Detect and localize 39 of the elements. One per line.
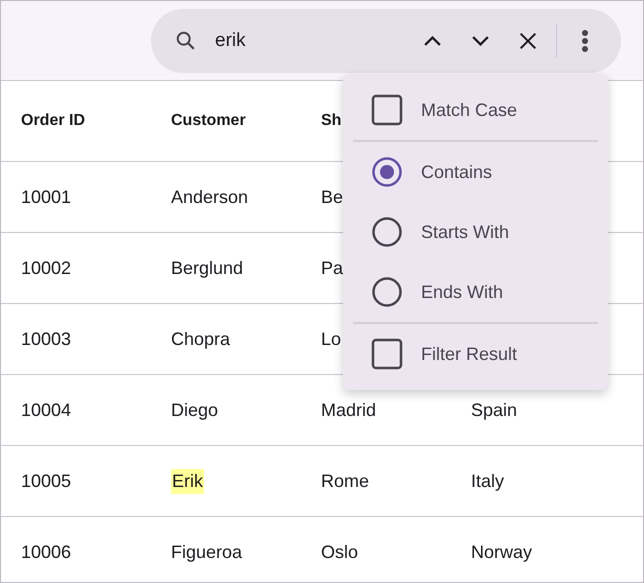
radio-button[interactable] bbox=[371, 216, 403, 248]
table-cell: Rome bbox=[321, 470, 370, 492]
table-cell: 10004 bbox=[21, 400, 72, 420]
menu-item-label[interactable]: Ends With bbox=[421, 282, 504, 302]
table-cell: Oslo bbox=[321, 542, 358, 562]
table-cell: Spain bbox=[471, 400, 518, 420]
more-icon bbox=[581, 28, 589, 52]
menu-item-label[interactable]: Filter Result bbox=[421, 344, 518, 364]
table-cell: Be bbox=[321, 186, 344, 208]
table-cell: Diego bbox=[171, 400, 218, 420]
table-cell: 10006 bbox=[21, 542, 72, 562]
table-cell: Chopra bbox=[171, 328, 230, 350]
table-cell: Berglund bbox=[171, 258, 244, 278]
column-header: Sh bbox=[321, 112, 342, 130]
table-cell: Lo bbox=[321, 328, 342, 350]
table-cell: Madrid bbox=[321, 400, 376, 420]
table-cell: Pa bbox=[321, 258, 344, 278]
table-cell: 10001 bbox=[21, 186, 72, 208]
column-header: Customer bbox=[171, 112, 246, 130]
table-cell: Norway bbox=[471, 542, 532, 562]
menu-item-label[interactable]: Contains bbox=[421, 162, 492, 182]
chevron-down-icon bbox=[472, 36, 488, 46]
table-cell: Italy bbox=[471, 470, 504, 492]
highlighted-match: Erik bbox=[171, 468, 204, 494]
chevron-up-icon bbox=[424, 36, 440, 46]
search-field[interactable]: erik bbox=[213, 28, 404, 52]
checkbox[interactable] bbox=[371, 94, 403, 126]
table-cell: Anderson bbox=[171, 186, 248, 208]
table-cell: Figueroa bbox=[171, 542, 242, 562]
menu-item-label[interactable]: Match Case bbox=[421, 100, 518, 120]
radio-button[interactable] bbox=[371, 156, 403, 188]
table-cell: 10005 bbox=[21, 470, 72, 492]
table-cell: 10003 bbox=[21, 328, 72, 350]
menu-item-label[interactable]: Starts With bbox=[421, 222, 510, 242]
radio-button[interactable] bbox=[371, 276, 403, 308]
search-icon bbox=[175, 30, 197, 52]
checkbox[interactable] bbox=[371, 338, 403, 370]
table-cell: 10002 bbox=[21, 258, 72, 278]
column-header: Order ID bbox=[21, 112, 86, 130]
